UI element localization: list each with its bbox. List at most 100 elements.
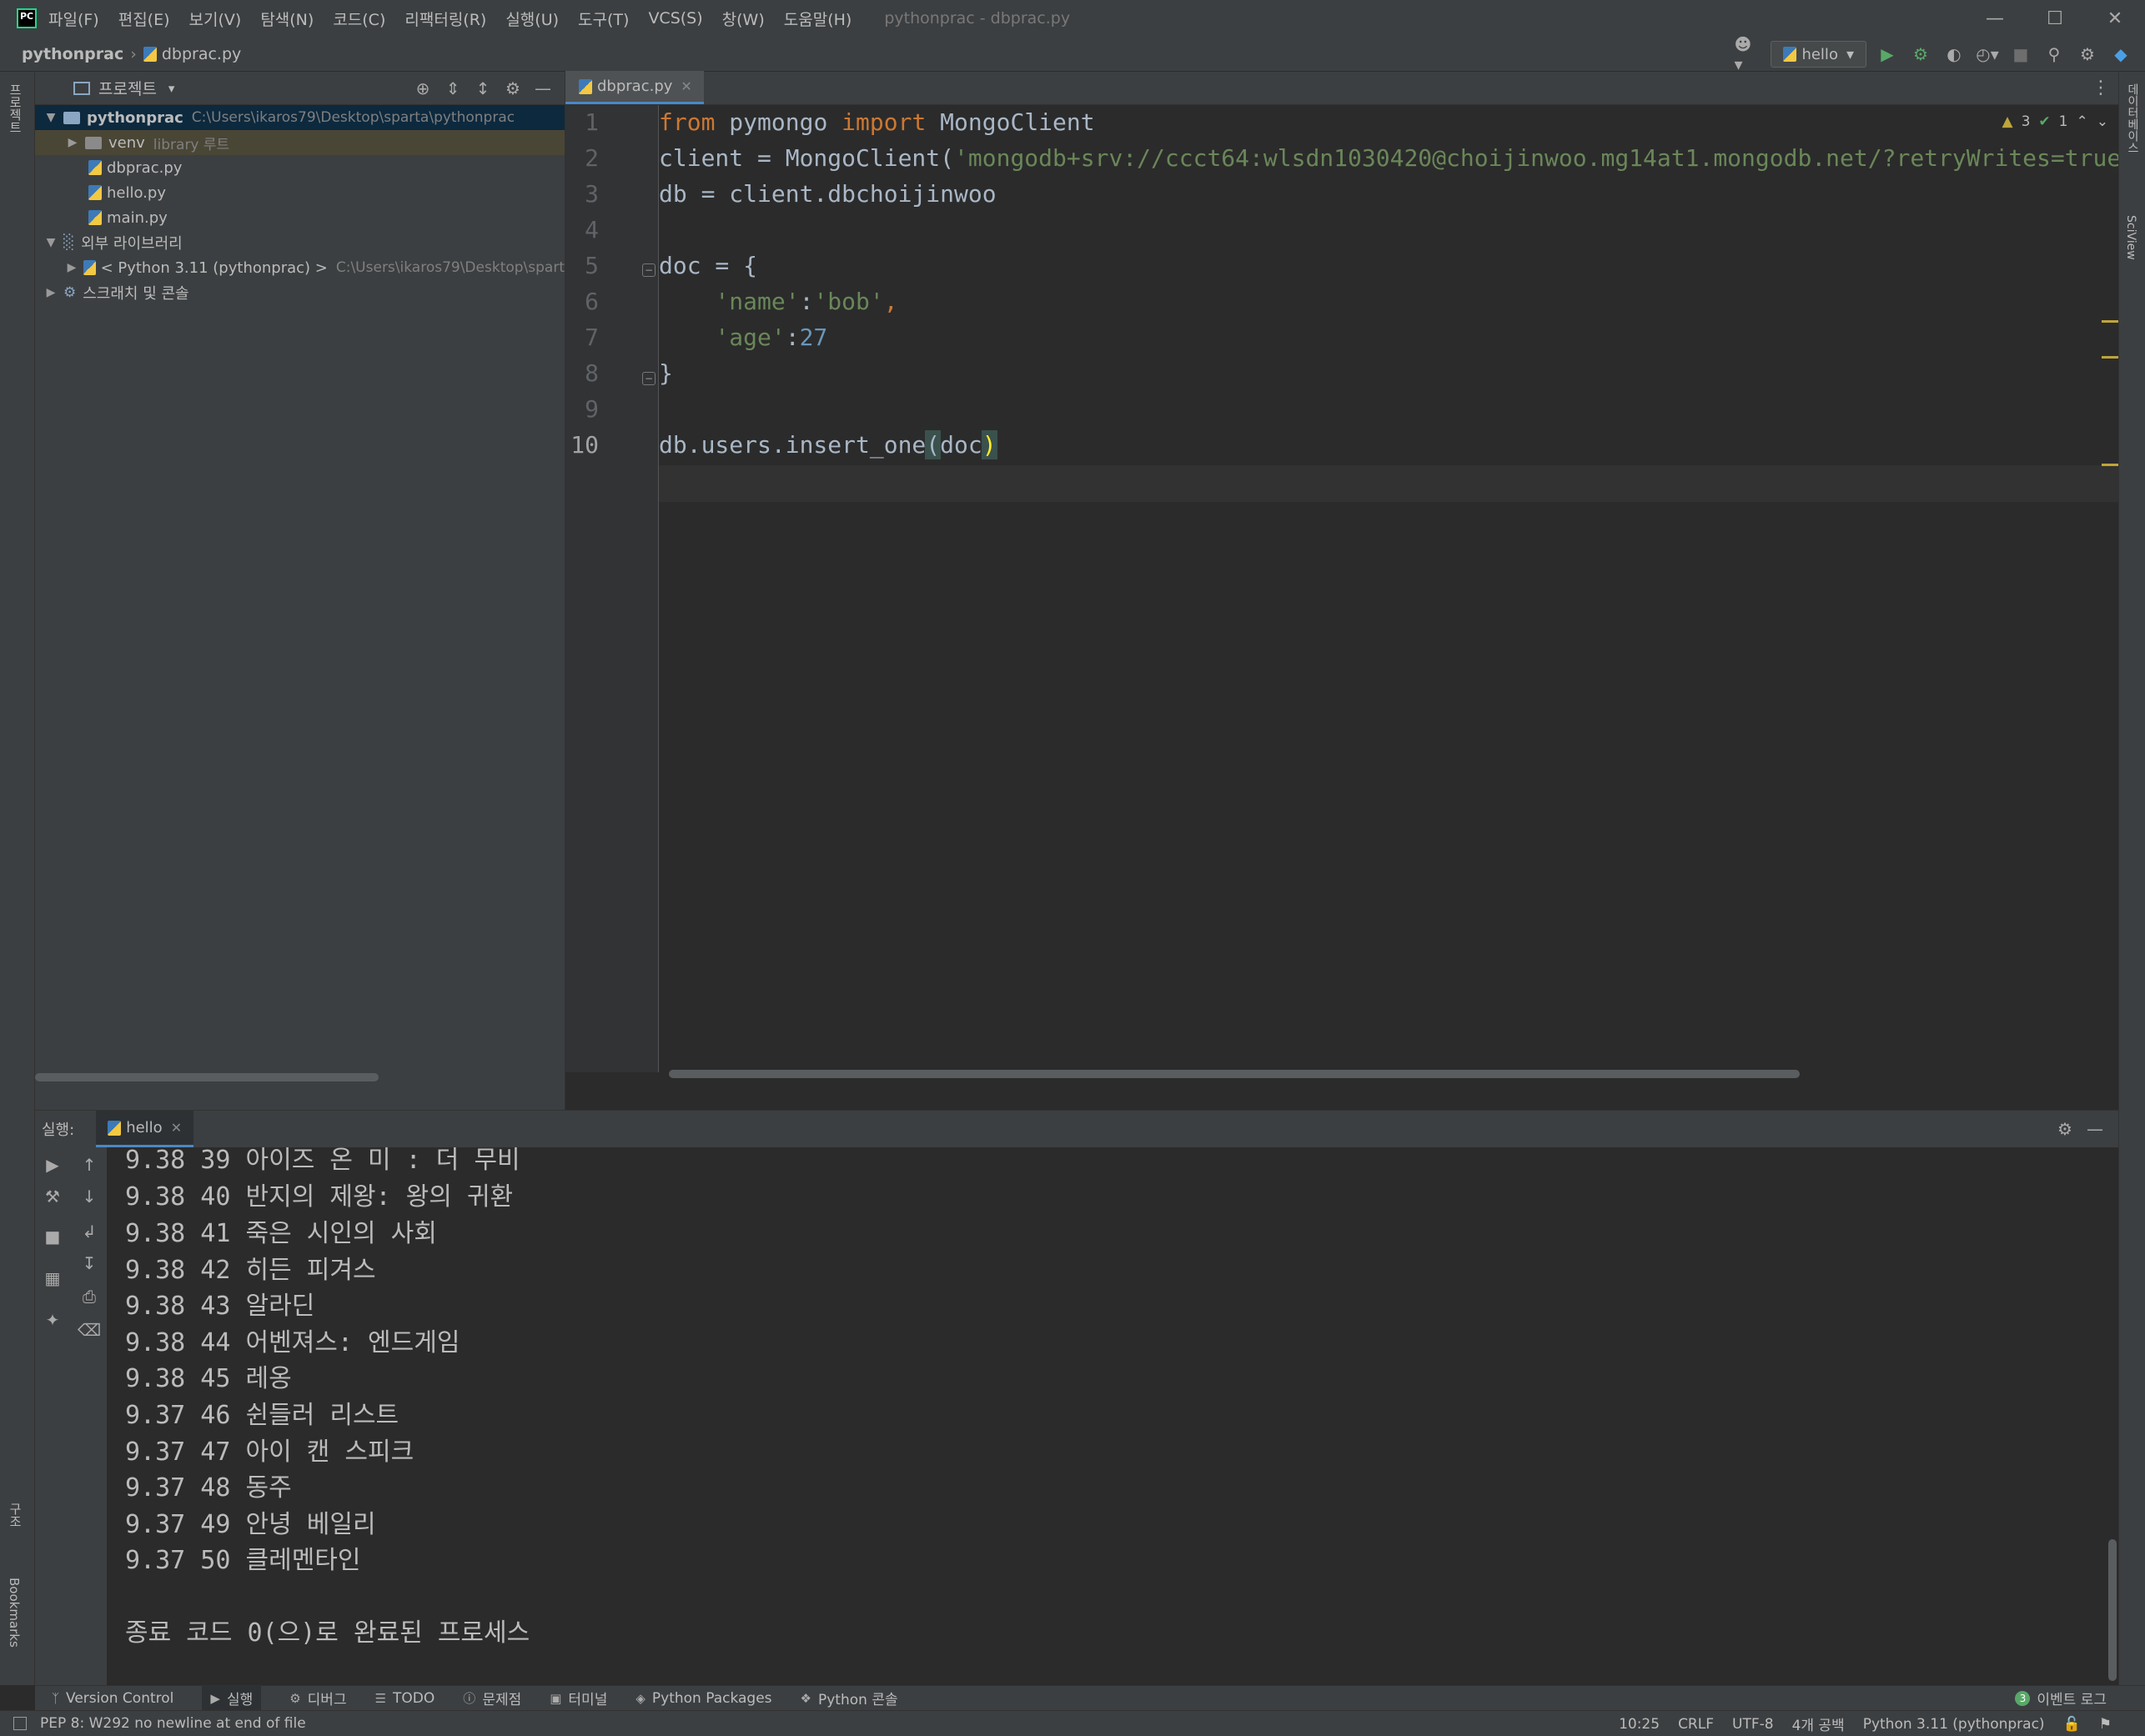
menu-view[interactable]: 보기(V) [189, 8, 242, 30]
menu-edit[interactable]: 편집(E) [118, 8, 170, 30]
lock-icon[interactable]: 🔓 [2063, 1716, 2081, 1733]
menu-run[interactable]: 실행(U) [505, 8, 559, 30]
error-stripe-marker[interactable] [2102, 464, 2118, 466]
tool-tab-debug[interactable]: ⚙ 디버그 [289, 1688, 346, 1709]
hide-icon[interactable]: — [528, 78, 558, 98]
tool-tab-python-console[interactable]: ❖ Python 콘솔 [801, 1688, 898, 1709]
chevron-right-icon[interactable]: ▶ [63, 261, 80, 274]
chevron-up-icon[interactable]: ⌃ [2077, 113, 2088, 130]
arrow-down-icon[interactable]: ↓ [77, 1184, 102, 1209]
toggle-tool-windows-icon[interactable] [13, 1717, 27, 1730]
add-user-icon[interactable]: ☻▾ [1734, 34, 1759, 74]
close-icon[interactable]: ✕ [171, 1120, 182, 1136]
maximize-icon[interactable]: ☐ [2025, 0, 2085, 37]
breadcrumb-file[interactable]: dbprac.py [162, 45, 241, 63]
tree-item-file[interactable]: hello.py [35, 180, 565, 205]
hide-icon[interactable]: — [2080, 1119, 2110, 1139]
tool-tab-terminal[interactable]: ▣ 터미널 [550, 1688, 607, 1709]
profile-icon[interactable]: ◴▾ [1975, 42, 2000, 67]
close-icon[interactable]: ✕ [2085, 0, 2145, 37]
trash-icon[interactable]: ⌫ [77, 1317, 102, 1342]
project-view-selector[interactable]: 프로젝트 ▾ [73, 77, 174, 99]
chevron-right-icon[interactable]: ▶ [63, 136, 82, 149]
jetbrains-toolbox-icon[interactable]: ◆ [2108, 42, 2133, 67]
menu-navigate[interactable]: 탐색(N) [260, 8, 314, 30]
inspection-widget[interactable]: ▲ 3 ✔ 1 ⌃ ⌄ [2002, 113, 2108, 130]
chevron-down-icon[interactable]: ⌄ [2097, 113, 2108, 130]
tool-tab-python-packages[interactable]: ◈ Python Packages [635, 1690, 771, 1707]
console-output[interactable]: 9.38 39 아이즈 온 미 : 더 무비 9.38 40 반지의 제왕: 왕… [107, 1147, 2118, 1686]
line-number: 8 [585, 359, 599, 387]
gear-icon[interactable]: ⚙ [2050, 1119, 2080, 1139]
menu-tools[interactable]: 도구(T) [578, 8, 629, 30]
print-icon[interactable]: ⎙ [77, 1284, 102, 1309]
rerun-icon[interactable]: ▶ [40, 1152, 65, 1177]
arrow-up-icon[interactable]: ↑ [77, 1152, 102, 1177]
python-file-icon [88, 160, 102, 175]
error-stripe-marker[interactable] [2102, 320, 2118, 323]
expand-all-icon[interactable]: ⇕ [438, 78, 468, 98]
debug-icon[interactable]: ⚙ [1908, 42, 1933, 67]
more-icon[interactable]: ⋮ [2092, 78, 2110, 98]
layout-icon[interactable]: ▦ [40, 1266, 65, 1291]
soft-wrap-icon[interactable]: ↲ [77, 1219, 102, 1244]
tree-item-file[interactable]: dbprac.py [35, 155, 565, 180]
error-stripe-marker[interactable] [2102, 356, 2118, 359]
menu-refactor[interactable]: 리팩터링(R) [404, 8, 486, 30]
menu-file[interactable]: 파일(F) [48, 8, 99, 30]
line-separator[interactable]: CRLF [1678, 1716, 1714, 1733]
tool-tab-todo[interactable]: ☰ TODO [375, 1690, 435, 1707]
tool-tab-version-control[interactable]: ᛉ Version Control [52, 1690, 173, 1707]
wrench-icon[interactable]: ⚒ [40, 1184, 65, 1209]
horizontal-scrollbar[interactable] [669, 1070, 1800, 1078]
notifications-icon[interactable]: ⚑ [2099, 1716, 2112, 1733]
menu-help[interactable]: 도움말(H) [784, 8, 852, 30]
tree-item-scratches[interactable]: ▶ ⚙ 스크래치 및 콘솔 [35, 280, 565, 305]
tool-tab-problems[interactable]: ⓘ 문제점 [463, 1688, 521, 1708]
structure-tool-button[interactable]: 구조 [7, 1503, 24, 1528]
project-tool-button[interactable]: 프로젝트 [7, 83, 24, 133]
vertical-scrollbar[interactable] [2108, 1539, 2117, 1681]
minimize-icon[interactable]: — [1965, 0, 2025, 37]
locate-icon[interactable]: ⊕ [408, 78, 438, 98]
tree-item-python-sdk[interactable]: ▶ < Python 3.11 (pythonprac) > C:\Users\… [35, 255, 565, 280]
run-config-selector[interactable]: hello ▾ [1771, 41, 1866, 68]
gear-icon[interactable]: ⚙ [2075, 42, 2100, 67]
tree-item-external-libraries[interactable]: ▼ ░ 외부 라이브러리 [35, 230, 565, 255]
gear-icon[interactable]: ⚙ [498, 78, 528, 98]
tab-hello[interactable]: hello ✕ [96, 1111, 194, 1147]
tab-dbprac[interactable]: dbprac.py ✕ [565, 71, 704, 104]
tree-item-root[interactable]: ▼ pythonprac C:\Users\ikaros79\Desktop\s… [35, 105, 565, 130]
pin-icon[interactable]: ✦ [40, 1307, 65, 1332]
run-icon[interactable]: ▶ [1875, 42, 1900, 67]
menu-window[interactable]: 창(W) [722, 8, 765, 30]
collapse-all-icon[interactable]: ↕ [468, 78, 498, 98]
stop-icon[interactable]: ■ [2008, 42, 2033, 67]
menu-code[interactable]: 코드(C) [333, 8, 385, 30]
search-icon[interactable]: ⚲ [2042, 42, 2067, 67]
caret-position[interactable]: 10:25 [1619, 1716, 1660, 1733]
chevron-right-icon[interactable]: ▶ [42, 286, 60, 299]
close-icon[interactable]: ✕ [681, 78, 691, 94]
fold-icon[interactable]: − [642, 263, 656, 277]
stop-icon[interactable]: ■ [40, 1224, 65, 1249]
code-area[interactable]: from pymongo import MongoClient client =… [659, 105, 2118, 1072]
chevron-down-icon[interactable]: ▼ [42, 236, 60, 249]
tool-tab-run[interactable]: ▶ 실행 [202, 1685, 262, 1711]
tree-item-venv[interactable]: ▶ venv library 루트 [35, 130, 565, 155]
event-log-button[interactable]: 3 이벤트 로그 [2015, 1688, 2107, 1708]
bookmarks-tool-button[interactable]: Bookmarks [7, 1578, 22, 1648]
database-tool-button[interactable]: 데이터베이스 [2124, 83, 2141, 153]
file-encoding[interactable]: UTF-8 [1732, 1716, 1774, 1733]
coverage-icon[interactable]: ◐ [1942, 42, 1967, 67]
scroll-to-end-icon[interactable]: ↧ [77, 1251, 102, 1276]
horizontal-scrollbar[interactable] [35, 1073, 379, 1081]
fold-icon[interactable]: − [642, 372, 656, 385]
breadcrumb-project[interactable]: pythonprac [22, 45, 123, 63]
python-interpreter[interactable]: Python 3.11 (pythonprac) [1863, 1716, 2045, 1733]
sciview-tool-button[interactable]: SciView [2124, 215, 2137, 260]
indent-setting[interactable]: 4개 공백 [1792, 1713, 1845, 1734]
menu-vcs[interactable]: VCS(S) [648, 9, 702, 28]
chevron-down-icon[interactable]: ▼ [42, 111, 60, 124]
tree-item-file[interactable]: main.py [35, 205, 565, 230]
